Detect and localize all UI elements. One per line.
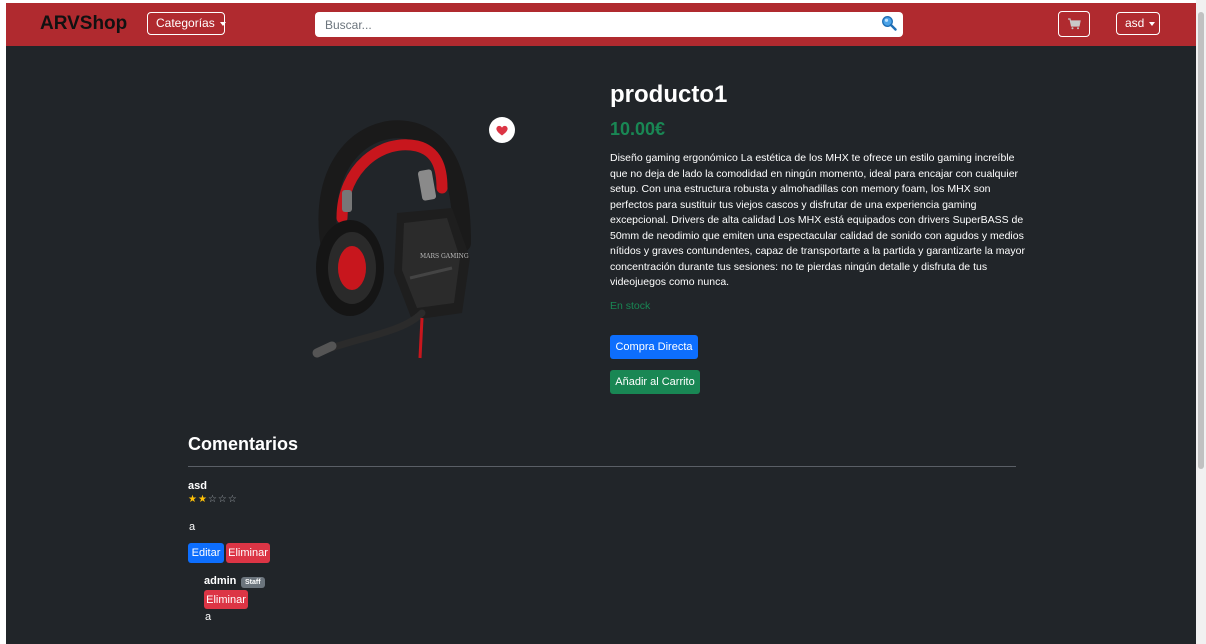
product-description: Diseño gaming ergonómico La estética de …	[610, 152, 1025, 288]
heart-icon	[496, 125, 508, 135]
staff-badge: Staff	[241, 577, 265, 588]
product-title: producto1	[610, 81, 728, 108]
product-price: 10.00€	[610, 119, 666, 139]
comments-divider	[188, 466, 1016, 467]
search-bar	[315, 12, 903, 37]
reply-text: a	[205, 611, 212, 623]
stock-status: En stock	[610, 300, 651, 312]
star-empty-icon: ☆	[207, 494, 218, 505]
add-to-cart-button[interactable]: Añadir al Carrito	[610, 370, 700, 394]
delete-reply-button[interactable]: Eliminar	[204, 590, 248, 609]
search-input[interactable]	[323, 12, 867, 37]
user-dropdown-button[interactable]: asd	[1116, 12, 1160, 35]
user-label: asd	[1125, 16, 1145, 30]
favorite-button[interactable]	[489, 117, 515, 143]
chevron-down-icon	[219, 21, 226, 26]
comment-rating: ★★☆☆☆	[188, 494, 238, 505]
comments-title: Comentarios	[188, 434, 299, 454]
categories-label: Categorías	[156, 16, 215, 30]
page: ARVShop Categorías a	[6, 3, 1196, 644]
delete-comment-button[interactable]: Eliminar	[226, 543, 270, 563]
categories-dropdown-button[interactable]: Categorías	[147, 12, 226, 35]
page-scrollbar[interactable]	[1196, 0, 1206, 644]
scrollbar-thumb[interactable]	[1198, 12, 1204, 469]
buy-now-button[interactable]: Compra Directa	[610, 335, 698, 359]
star-filled-icon: ★	[188, 494, 198, 505]
search-icon[interactable]	[881, 15, 897, 36]
star-empty-icon: ☆	[227, 494, 238, 505]
comment-author: asd	[188, 480, 207, 492]
edit-comment-button[interactable]: Editar	[188, 543, 224, 563]
product-image: MARS GAMING	[302, 108, 482, 368]
star-empty-icon: ☆	[217, 494, 228, 505]
product-image-brand: MARS GAMING	[420, 253, 469, 260]
navbar: ARVShop Categorías a	[6, 3, 1196, 46]
chevron-down-icon	[1149, 21, 1156, 26]
reply-author: admin	[204, 575, 237, 587]
star-filled-icon: ★	[197, 494, 208, 505]
brand-logo[interactable]: ARVShop	[40, 13, 127, 35]
comment-text: a	[189, 521, 196, 533]
cart-button[interactable]	[1058, 11, 1090, 37]
cart-icon	[1068, 18, 1081, 30]
